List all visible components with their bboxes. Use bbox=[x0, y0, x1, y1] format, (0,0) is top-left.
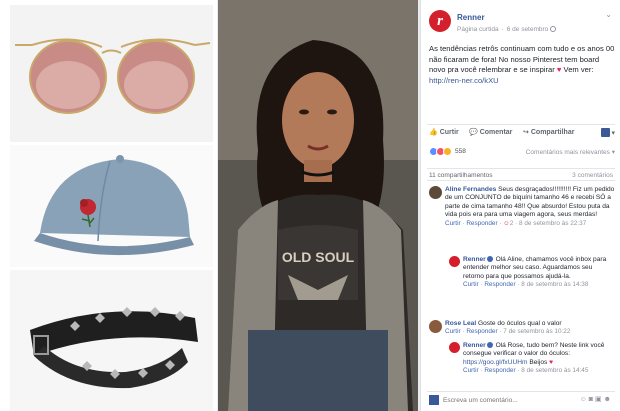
comment-count[interactable]: 3 comentários bbox=[572, 172, 613, 179]
verified-badge-icon bbox=[486, 256, 493, 262]
post-date-link[interactable]: 6 de setembro bbox=[507, 26, 549, 33]
avatar bbox=[429, 395, 439, 405]
sticker-icon[interactable]: ☻ bbox=[604, 396, 613, 403]
comment-body: Aline Fernandes Seus desgraçados!!!!!!!!… bbox=[445, 186, 615, 228]
comment-body: Rose Leal Goste do óculos qual o valor C… bbox=[445, 320, 615, 337]
comment-reply-button[interactable]: Responder bbox=[466, 328, 497, 335]
comment-body: Renner Olá Rose, tudo bem? Neste link vo… bbox=[463, 342, 613, 376]
comment-body: Renner Olá Aline, chamamos você inbox pa… bbox=[463, 256, 613, 290]
post-header: r Renner Página curtida · 6 de setembro ⌄ bbox=[421, 0, 620, 40]
comment-button[interactable]: 💬 Comentar bbox=[469, 128, 512, 136]
like-label: Curtir bbox=[439, 129, 459, 136]
share-as-selector[interactable]: ▾ bbox=[600, 128, 615, 137]
emoji-icon[interactable]: ☺ bbox=[580, 396, 589, 403]
comment-reactions[interactable]: ☺2 bbox=[503, 220, 513, 227]
avatar[interactable] bbox=[429, 186, 442, 199]
cap-image[interactable] bbox=[10, 145, 213, 267]
globe-icon bbox=[550, 26, 557, 32]
renner-logo[interactable]: r bbox=[429, 10, 451, 32]
avatar[interactable] bbox=[449, 342, 460, 353]
commenter-name[interactable]: Rose Leal bbox=[445, 320, 476, 327]
page-liked-label: Página curtida bbox=[457, 26, 499, 33]
share-label: Compartilhar bbox=[530, 129, 575, 136]
gif-icon[interactable]: ▣ bbox=[595, 396, 604, 403]
post-meta: Página curtida · 6 de setembro bbox=[457, 26, 557, 33]
verified-badge-icon bbox=[486, 342, 493, 348]
facebook-post-panel: r Renner Página curtida · 6 de setembro ⌄ … bbox=[420, 0, 620, 411]
svg-text:OLD SOUL: OLD SOUL bbox=[282, 249, 355, 265]
comment-time[interactable]: 7 de setembro às 10:22 bbox=[503, 328, 570, 335]
model-photo[interactable]: OLD SOUL bbox=[218, 0, 418, 411]
comment-sort-label: Comentários mais relevantes bbox=[525, 149, 610, 156]
comment-like-button[interactable]: Curtir bbox=[463, 367, 479, 374]
like-button[interactable]: 👍 Curtir bbox=[429, 128, 459, 136]
reaction-count[interactable]: 558 bbox=[455, 148, 466, 155]
comment-tail: Beijos bbox=[529, 358, 548, 366]
share-count-link[interactable]: 11 compartilhamentos bbox=[429, 172, 492, 179]
reaction-summary[interactable]: 558 Comentários mais relevantes ▾ bbox=[429, 147, 615, 161]
comment-sort-dropdown[interactable]: Comentários mais relevantes ▾ bbox=[526, 148, 615, 156]
comment-label: Comentar bbox=[479, 129, 513, 136]
avatar bbox=[600, 128, 610, 137]
heart-icon: ♥ bbox=[549, 358, 554, 366]
thumbs-up-icon: 👍 bbox=[429, 129, 438, 136]
comment-reply-button[interactable]: Responder bbox=[484, 281, 515, 288]
commenter-name[interactable]: Renner bbox=[463, 256, 486, 263]
comment-meta: Curtir · Responder · 8 de setembro às 14… bbox=[463, 281, 589, 289]
comment-meta: Curtir · Responder · ☺2 · 8 de setembro … bbox=[445, 219, 587, 227]
comment-like-button[interactable]: Curtir bbox=[463, 281, 479, 288]
comment-reply-button[interactable]: Responder bbox=[466, 220, 497, 227]
comment-like-button[interactable]: Curtir bbox=[445, 220, 461, 227]
comment-like-button[interactable]: Curtir bbox=[445, 328, 461, 335]
commenter-name[interactable]: Renner bbox=[463, 342, 486, 349]
action-bar: 👍 Curtir 💬 Comentar ↪ Compartilhar ▾ bbox=[427, 124, 615, 138]
sunglasses-image[interactable] bbox=[10, 5, 213, 142]
comment-icon: 💬 bbox=[469, 129, 478, 136]
comment-meta: Curtir · Responder · 7 de setembro às 10… bbox=[445, 328, 571, 336]
comment-reply-button[interactable]: Responder bbox=[484, 367, 515, 374]
post-body-tail: Vem ver: bbox=[563, 65, 594, 74]
chevron-down-icon[interactable]: ⌄ bbox=[605, 10, 612, 19]
belt-image[interactable] bbox=[10, 270, 213, 411]
comment-composer: ☺◙▣☻ bbox=[427, 391, 615, 407]
heart-icon: ♥ bbox=[556, 65, 562, 74]
avatar[interactable] bbox=[429, 320, 442, 333]
comment-time[interactable]: 8 de setembro às 22:37 bbox=[519, 220, 586, 227]
comment-link[interactable]: https://goo.gl/fxUUHm bbox=[463, 359, 528, 366]
post-text: As tendências retrôs continuam com tudo … bbox=[429, 44, 615, 86]
commenter-name[interactable]: Aline Fernandes bbox=[445, 186, 496, 193]
page-name-link[interactable]: Renner bbox=[457, 13, 485, 22]
share-button[interactable]: ↪ Compartilhar bbox=[523, 128, 574, 136]
comment-reaction-count: 2 bbox=[509, 219, 514, 227]
product-collage bbox=[0, 0, 217, 411]
avatar[interactable] bbox=[449, 256, 460, 267]
comment-text: Goste do óculos qual o valor bbox=[478, 320, 562, 327]
post-link[interactable]: http://ren-ner.co/kXU bbox=[429, 76, 499, 85]
share-icon: ↪ bbox=[523, 129, 529, 136]
comment-time[interactable]: 8 de setembro às 14:45 bbox=[521, 367, 588, 374]
composer-tools: ☺◙▣☻ bbox=[580, 395, 613, 403]
wow-reaction-icon bbox=[443, 147, 452, 156]
comment-meta: Curtir · Responder · 8 de setembro às 14… bbox=[463, 367, 589, 375]
share-comment-counts: 11 compartilhamentos 3 comentários bbox=[427, 168, 615, 181]
comment-time[interactable]: 8 de setembro às 14:38 bbox=[521, 281, 588, 288]
